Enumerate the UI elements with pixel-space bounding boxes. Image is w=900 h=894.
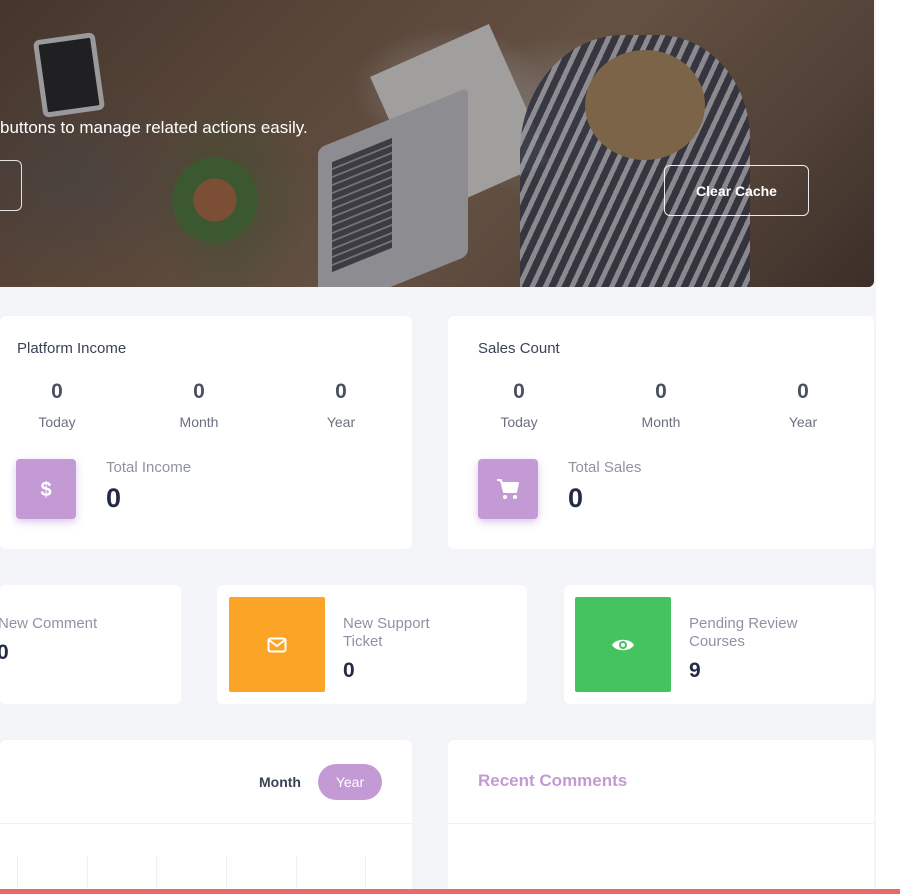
stat-year: 0 Year: [763, 380, 843, 430]
sales-count-title: Sales Count: [478, 340, 560, 357]
tab-month[interactable]: Month: [248, 764, 312, 800]
stat-value: 0: [513, 380, 525, 403]
stat-value: 0: [655, 380, 667, 403]
chart-gridline: [296, 856, 297, 888]
cart-icon: [478, 459, 538, 519]
new-comment-label: New Comment: [0, 615, 98, 632]
stat-value: 0: [335, 380, 347, 403]
tab-year[interactable]: Year: [318, 764, 382, 800]
recent-comments-divider: [448, 823, 874, 824]
recent-comments-title: Recent Comments: [478, 771, 628, 790]
chart-card: Month Year: [0, 740, 412, 894]
recent-comments-card: Recent Comments: [448, 740, 874, 894]
hero-description: buttons to manage related actions easily…: [0, 118, 308, 137]
pending-review-courses-card[interactable]: Pending Review Courses 9: [564, 585, 874, 704]
platform-income-title: Platform Income: [17, 340, 127, 357]
hero-banner: buttons to manage related actions easily…: [0, 0, 874, 287]
chart-gridline: [87, 856, 88, 888]
stat-value: 0: [193, 380, 205, 403]
stat-label: Month: [179, 414, 219, 430]
svg-text:$: $: [40, 479, 51, 501]
dollar-icon: $: [16, 459, 76, 519]
bottom-accent-bar: [0, 889, 900, 894]
stat-label: Month: [641, 414, 681, 430]
sales-count-card: Sales Count 0 Today 0 Month 0 Year Total…: [448, 316, 874, 549]
stat-label: Today: [38, 414, 76, 430]
stat-month: 0 Month: [159, 380, 239, 430]
new-support-ticket-card[interactable]: New Support Ticket 0: [217, 585, 527, 704]
envelope-icon: [229, 597, 325, 692]
chart-gridline: [156, 856, 157, 888]
pending-review-courses-value: 9: [689, 659, 701, 682]
eye-icon: [575, 597, 671, 692]
total-income-label: Total Income: [106, 459, 192, 476]
pending-review-courses-label: Pending Review Courses: [689, 615, 798, 650]
stat-label: Year: [788, 414, 818, 430]
new-support-ticket-label: New Support Ticket: [343, 615, 430, 650]
new-support-ticket-value: 0: [343, 659, 355, 682]
total-income-value: 0: [106, 483, 122, 513]
chart-gridline: [226, 856, 227, 888]
stat-month: 0 Month: [621, 380, 701, 430]
scrollbar-track[interactable]: [876, 0, 900, 894]
stat-label: Year: [326, 414, 356, 430]
stat-today: 0 Today: [17, 380, 97, 430]
new-comment-value: 0: [0, 641, 9, 664]
stat-today: 0 Today: [479, 380, 559, 430]
total-sales-value: 0: [568, 483, 584, 513]
new-comment-card[interactable]: New Comment 0: [0, 585, 181, 704]
hero-left-button[interactable]: [0, 160, 22, 211]
chart-gridline: [17, 856, 18, 888]
stat-value: 0: [797, 380, 809, 403]
chart-gridline: [365, 856, 366, 888]
stat-value: 0: [51, 380, 63, 403]
total-sales-label: Total Sales: [568, 459, 642, 476]
stat-label: Today: [500, 414, 538, 430]
clear-cache-button[interactable]: Clear Cache: [664, 165, 809, 216]
hero-overlay: [0, 0, 874, 287]
chart-card-divider: [0, 823, 412, 824]
platform-income-card: Platform Income 0 Today 0 Month 0 Year $…: [0, 316, 412, 549]
stat-year: 0 Year: [301, 380, 381, 430]
